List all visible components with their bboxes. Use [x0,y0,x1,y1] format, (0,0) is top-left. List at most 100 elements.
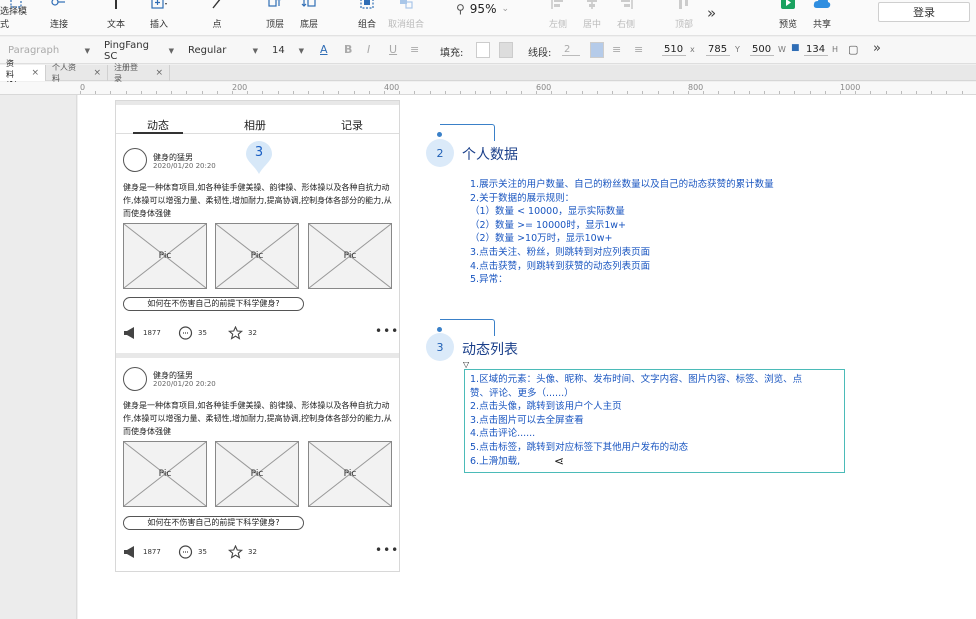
close-icon[interactable]: × [93,68,101,78]
line-label: 线段: [528,48,552,59]
share-button[interactable]: 共享 [808,0,836,36]
annotation-line: 1.展示关注的用户数量、自己的粉丝数量以及自己的动态获赞的累计数量 [470,179,774,190]
pic-label: Pic [250,469,264,479]
annotation-title[interactable]: 个人数据 [462,144,518,164]
insert-button[interactable]: 插入 [142,0,176,36]
group-button[interactable]: 组合 [355,0,379,36]
line-style-icon[interactable]: ≡ [612,43,621,56]
post-image[interactable]: Pic [215,223,299,289]
stars-count[interactable]: 32 [228,326,257,340]
connect-label: 连接 [49,20,68,30]
post-image[interactable]: Pic [215,441,299,507]
bold-icon[interactable]: B [344,43,352,56]
bring-front-button[interactable]: 顶层 [263,0,287,36]
post-image[interactable]: Pic [123,223,207,289]
tab-register-login[interactable]: 注册登录 × [108,63,170,83]
annotation-marker-pin[interactable]: 3 [245,141,273,175]
tab-profile-data[interactable]: 资料 (1)× [0,59,46,89]
font-weight-select[interactable]: Regular ▼ [184,41,262,60]
align-top-button[interactable]: 顶部 [672,0,696,36]
ungroup-button[interactable]: 取消组合 [387,0,425,36]
connector-dot [437,132,442,137]
login-button[interactable]: 登录 [878,2,970,22]
insert-label: 插入 [149,20,168,30]
stars-value: 32 [248,329,257,337]
selection-handle-icon[interactable]: ▽ [463,360,469,369]
annotation-connector [440,319,495,336]
post-tag[interactable]: 如何在不伤害自己的前提下科学健身? [123,297,304,311]
x-axis-label: x [690,45,695,54]
width-input[interactable]: 500 [750,44,774,56]
zoom-control[interactable]: ⚲ 95% ⌄ [456,2,509,16]
line-width-input[interactable]: 2 [562,44,580,56]
point-icon [208,0,226,10]
font-size-select[interactable]: 14 ▼ [268,41,308,60]
tab-album[interactable]: 相册 [244,117,266,133]
line-color-swatch[interactable] [590,42,604,58]
annotation-body[interactable]: 1.区域的元素：头像、昵称、发布时间、文字内容、图片内容、标签、浏览、点 赞、评… [470,373,802,468]
select-mode-button[interactable]: 选择模式 [0,0,34,36]
star-icon [228,326,243,340]
annotation-connector [440,124,495,141]
text-button[interactable]: 文本 [103,0,129,36]
feed-tabs: 动态 相册 记录 [116,101,399,134]
group-icon [358,0,376,10]
underline-icon[interactable]: U [389,43,397,56]
annotation-number[interactable]: 3 [426,333,454,361]
font-family-select[interactable]: PingFang SC ▼ [100,40,178,62]
y-input[interactable]: 785 [706,44,730,56]
views-count[interactable]: 1877 [123,545,161,559]
connect-icon [50,0,68,10]
close-icon[interactable]: × [155,68,163,78]
lock-icon[interactable]: ■ [791,43,800,53]
font-color-icon[interactable]: A [320,43,328,56]
connect-button[interactable]: 连接 [44,0,74,36]
align-center-button[interactable]: 居中 [580,0,604,36]
insert-icon [150,0,168,10]
more-options-icon[interactable]: ••• [375,543,399,557]
comments-count[interactable]: 35 [178,326,207,340]
annotation-line: 1.区域的元素：头像、昵称、发布时间、文字内容、图片内容、标签、浏览、点 [470,374,803,385]
annotation-body[interactable]: 1.展示关注的用户数量、自己的粉丝数量以及自己的动态获赞的累计数量 2.关于数据… [470,178,774,287]
avatar[interactable] [123,148,147,172]
toolbar-more-button[interactable]: » [707,4,716,22]
post-image[interactable]: Pic [123,441,207,507]
annotation-title[interactable]: 动态列表 [462,339,518,359]
tab-personal-info[interactable]: 个人资料 × [46,63,108,83]
more-options-icon[interactable]: ••• [375,324,399,338]
annotation-number[interactable]: 2 [426,139,454,167]
rotate-icon[interactable]: ▢ [848,43,858,56]
preview-button[interactable]: 预览 [776,0,800,36]
fill-color-swatch[interactable] [476,42,490,58]
line-arrow-icon[interactable]: ≡ [634,43,643,56]
fill-shadow-swatch[interactable] [499,42,513,58]
tab-feed[interactable]: 动态 [133,117,183,134]
post-tag[interactable]: 如何在不伤害自己的前提下科学健身? [123,516,304,530]
close-icon[interactable]: × [31,68,39,78]
post-date: 2020/01/20 20:20 [153,380,216,388]
format-more-button[interactable]: » [873,41,881,56]
italic-icon[interactable]: I [367,43,370,56]
format-bar: Paragraph ▼ PingFang SC ▼ Regular ▼ 14 ▼ A B… [0,37,976,64]
align-right-button[interactable]: 右侧 [614,0,638,36]
post-image[interactable]: Pic [308,223,392,289]
avatar[interactable] [123,367,147,391]
list-icon[interactable]: ≡ [410,43,419,56]
height-input[interactable]: 134 [804,44,828,56]
post-image[interactable]: Pic [308,441,392,507]
font-weight-value: Regular [188,45,227,56]
tab-records[interactable]: 记录 [341,117,363,133]
pic-label: Pic [343,469,357,479]
point-button[interactable]: 点 [207,0,227,36]
x-input[interactable]: 510 [662,44,686,56]
comments-count[interactable]: 35 [178,545,207,559]
caret-down-icon: ▼ [252,46,258,55]
views-count[interactable]: 1877 [123,326,161,340]
send-back-button[interactable]: 底层 [297,0,321,36]
stars-count[interactable]: 32 [228,545,257,559]
align-left-button[interactable]: 左侧 [546,0,570,36]
comment-icon [178,326,193,340]
preview-label: 预览 [778,20,797,30]
align-top-label: 顶部 [674,20,693,30]
post-date: 2020/01/20 20:20 [153,162,216,170]
